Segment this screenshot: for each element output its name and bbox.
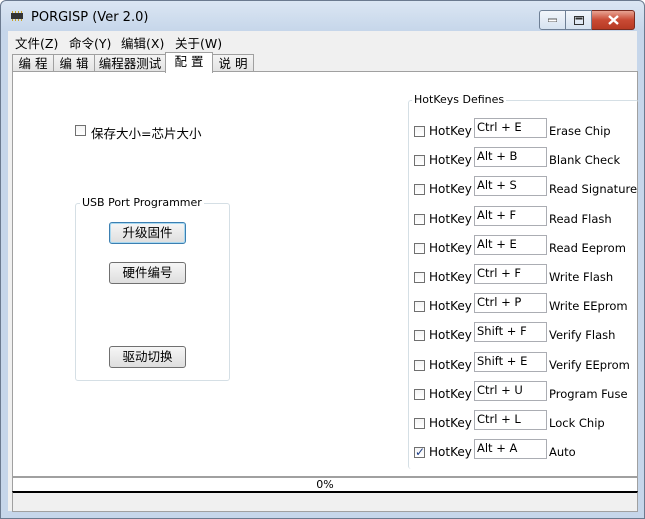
- hotkey-checkbox-label: HotKey: [429, 299, 472, 313]
- hotkey-checkbox-label: HotKey: [429, 124, 472, 138]
- hotkey-field[interactable]: Ctrl + P: [474, 293, 547, 313]
- hotkey-checkbox[interactable]: [414, 243, 425, 254]
- hotkey-checkbox-label: HotKey: [429, 241, 472, 255]
- hotkey-checkbox-label: HotKey: [429, 358, 472, 372]
- hotkey-action-label: Verify EEprom: [549, 358, 630, 372]
- hotkey-action-label: Erase Chip: [549, 124, 611, 138]
- hotkey-checkbox-label: HotKey: [429, 153, 472, 167]
- hotkey-action-label: Read Flash: [549, 212, 612, 226]
- hotkey-action-label: Program Fuse: [549, 387, 628, 401]
- hardware-id-button[interactable]: 硬件编号: [109, 262, 186, 284]
- menu-about[interactable]: 关于(W): [175, 33, 222, 52]
- hotkey-checkbox[interactable]: [414, 126, 425, 137]
- hotkey-field[interactable]: Ctrl + L: [474, 410, 547, 430]
- usb-group: USB Port Programmer 升级固件 硬件编号 驱动切换: [75, 196, 230, 381]
- hotkey-field[interactable]: Ctrl + F: [474, 264, 547, 284]
- hotkey-field[interactable]: Alt + S: [474, 176, 547, 196]
- window-title: PORGISP (Ver 2.0): [31, 10, 149, 25]
- usb-group-title: USB Port Programmer: [80, 196, 204, 209]
- hotkey-checkbox-label: HotKey: [429, 387, 472, 401]
- hotkey-action-label: Read Eeprom: [549, 241, 626, 255]
- close-icon: [607, 15, 619, 25]
- status-bar: [12, 491, 638, 512]
- hotkey-field[interactable]: Alt + A: [474, 439, 547, 459]
- checkmark-icon: ✓: [415, 445, 426, 459]
- caption-buttons: [539, 10, 635, 30]
- hotkey-checkbox[interactable]: [414, 155, 425, 166]
- size-checkbox[interactable]: [75, 125, 86, 136]
- hotkey-action-label: Lock Chip: [549, 416, 605, 430]
- hotkey-action-label: Blank Check: [549, 153, 621, 167]
- hotkey-checkbox-label: HotKey: [429, 212, 472, 226]
- menu-file[interactable]: 文件(Z): [15, 33, 58, 52]
- close-button[interactable]: [592, 10, 635, 30]
- tab-help[interactable]: 说 明: [212, 54, 254, 72]
- chip-icon: [11, 11, 23, 21]
- hotkey-action-label: Auto: [549, 445, 576, 459]
- tab-programmer-test[interactable]: 编程器测试: [94, 54, 166, 72]
- hotkey-checkbox[interactable]: [414, 301, 425, 312]
- hotkey-checkbox[interactable]: [414, 214, 425, 225]
- hotkey-checkbox[interactable]: ✓: [414, 445, 426, 459]
- minimize-button[interactable]: [539, 10, 566, 30]
- hotkey-action-label: Verify Flash: [549, 328, 616, 342]
- hotkey-action-label: Write EEprom: [549, 299, 628, 313]
- title-bar[interactable]: PORGISP (Ver 2.0): [1, 1, 644, 31]
- hotkey-checkbox[interactable]: [414, 330, 425, 341]
- hotkey-field[interactable]: Alt + B: [474, 147, 547, 167]
- maximize-icon: [573, 15, 584, 25]
- menu-edit[interactable]: 编辑(X): [121, 33, 164, 52]
- menu-bar: 文件(Z) 命令(Y) 编辑(X) 关于(W): [8, 31, 637, 51]
- progress-text: 0%: [316, 478, 334, 491]
- hotkey-checkbox[interactable]: [414, 389, 425, 400]
- hotkey-field[interactable]: Ctrl + U: [474, 381, 547, 401]
- hotkey-field[interactable]: Alt + F: [474, 206, 547, 226]
- tab-edit[interactable]: 编 辑: [53, 54, 95, 72]
- hotkey-field[interactable]: Ctrl + E: [474, 118, 547, 138]
- hotkey-checkbox[interactable]: [414, 184, 425, 195]
- hotkey-action-label: Write Flash: [549, 270, 614, 284]
- hotkey-action-label: Read Signature: [549, 182, 638, 196]
- maximize-button[interactable]: [566, 10, 592, 30]
- hotkey-checkbox-label: HotKey: [429, 416, 472, 430]
- config-panel: 保存大小=芯片大小 USB Port Programmer 升级固件 硬件编号 …: [12, 71, 639, 477]
- size-checkbox-label: 保存大小=芯片大小: [91, 126, 202, 141]
- minimize-icon: [548, 18, 557, 22]
- hotkey-checkbox[interactable]: [414, 272, 425, 283]
- hotkeys-group-title: HotKeys Defines: [412, 93, 507, 106]
- upgrade-firmware-button[interactable]: 升级固件: [109, 222, 186, 244]
- hotkey-checkbox-label: HotKey: [429, 445, 472, 459]
- hotkey-checkbox-label: HotKey: [429, 328, 472, 342]
- client-area: 文件(Z) 命令(Y) 编辑(X) 关于(W) 编 程 编 辑 编程器测试 配 …: [8, 31, 639, 512]
- hotkey-checkbox[interactable]: [414, 418, 425, 429]
- hotkey-checkbox[interactable]: [414, 360, 425, 371]
- hotkey-field[interactable]: Shift + F: [474, 322, 547, 342]
- tab-program[interactable]: 编 程: [12, 54, 54, 72]
- hotkey-checkbox-label: HotKey: [429, 270, 472, 284]
- hotkey-field[interactable]: Alt + E: [474, 235, 547, 255]
- hotkey-field[interactable]: Shift + E: [474, 352, 547, 372]
- app-window: PORGISP (Ver 2.0) 文件(Z) 命令(Y) 编辑(X) 关于(W…: [0, 0, 645, 519]
- tab-config[interactable]: 配 置: [165, 52, 213, 73]
- driver-switch-button[interactable]: 驱动切换: [109, 346, 186, 368]
- menu-command[interactable]: 命令(Y): [69, 33, 111, 52]
- hotkey-checkbox-label: HotKey: [429, 182, 472, 196]
